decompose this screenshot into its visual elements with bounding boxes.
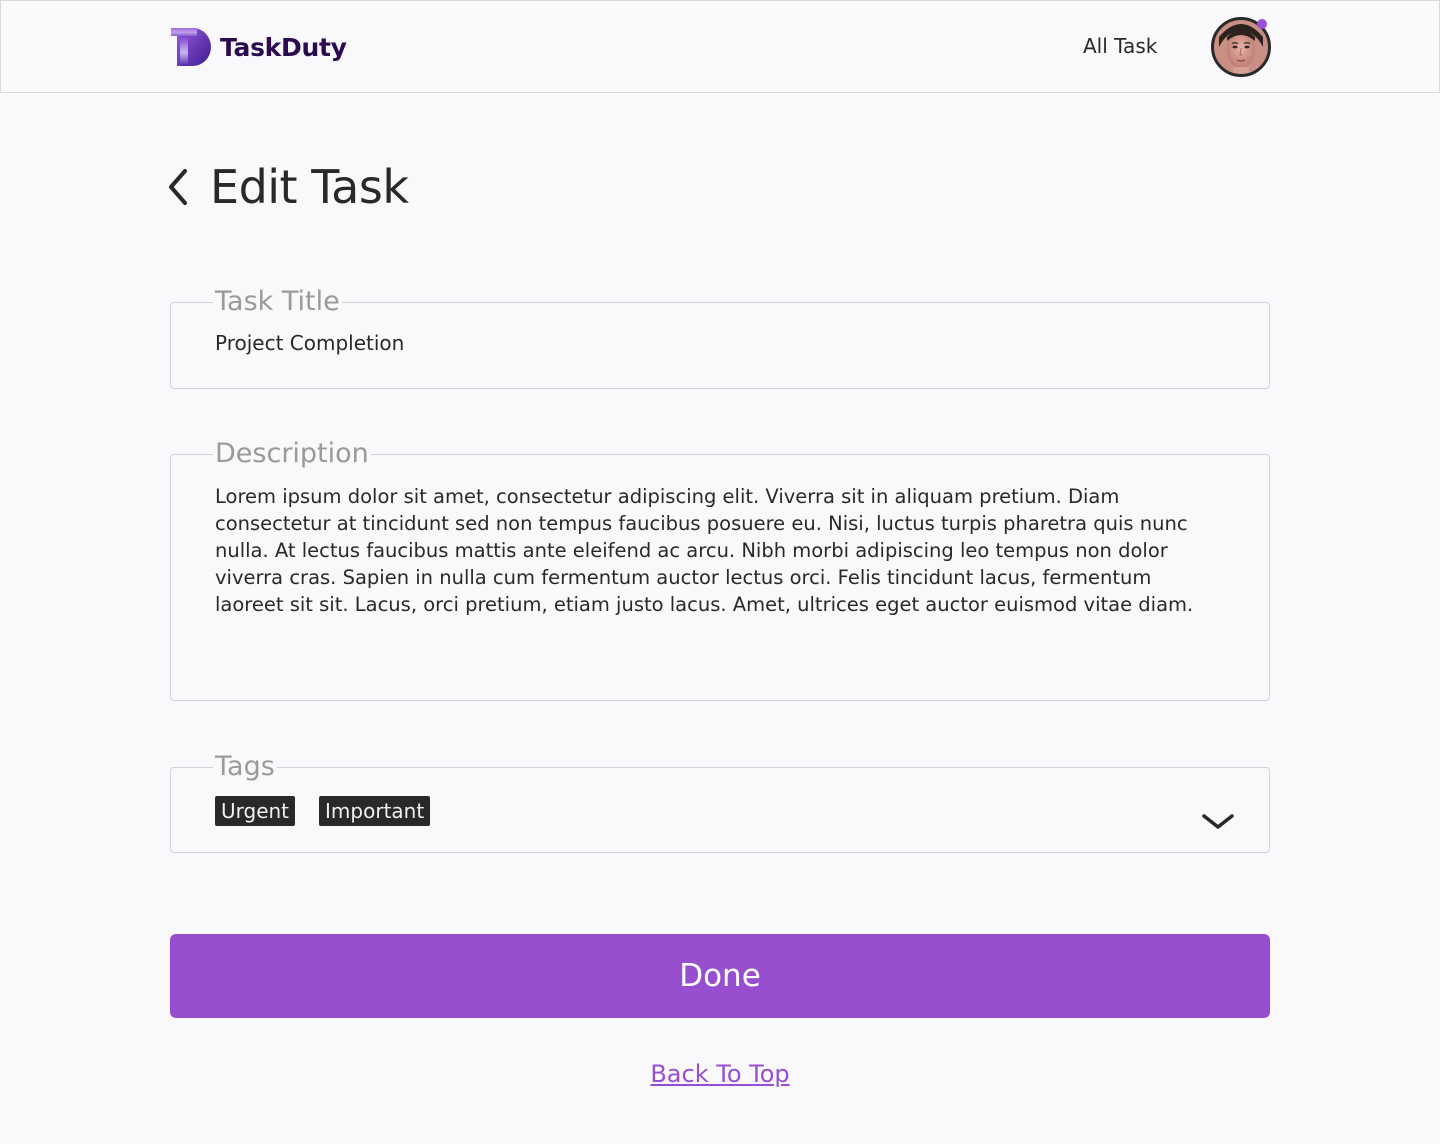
done-button[interactable]: Done — [170, 934, 1270, 1018]
page-header: Edit Task — [166, 160, 409, 214]
tags-list: Urgent Important — [215, 796, 1225, 826]
task-title-input[interactable]: Project Completion — [215, 330, 1225, 357]
brand-name: TaskDuty — [220, 32, 347, 62]
nav-all-task-link[interactable]: All Task — [1083, 34, 1157, 58]
task-title-label: Task Title — [215, 286, 340, 317]
tag-urgent[interactable]: Urgent — [215, 796, 296, 826]
brand[interactable]: TaskDuty — [171, 27, 347, 67]
taskduty-logo-icon — [171, 28, 211, 66]
tags-field[interactable]: Tags Urgent Important — [170, 752, 1270, 853]
page-title: Edit Task — [210, 160, 409, 214]
description-textarea[interactable]: Lorem ipsum dolor sit amet, consectetur … — [215, 483, 1225, 618]
back-to-top-container: Back To Top — [0, 1060, 1440, 1088]
back-to-top-link[interactable]: Back To Top — [650, 1060, 789, 1088]
chevron-left-icon[interactable] — [166, 166, 192, 208]
notification-dot-icon — [1257, 19, 1267, 29]
chevron-down-icon[interactable] — [1201, 812, 1235, 832]
tags-label: Tags — [215, 751, 275, 782]
description-field[interactable]: Description Lorem ipsum dolor sit amet, … — [170, 439, 1270, 701]
task-title-field[interactable]: Task Title Project Completion — [170, 287, 1270, 389]
tag-important[interactable]: Important — [319, 796, 431, 826]
description-label: Description — [215, 438, 369, 469]
top-navbar: TaskDuty All Task — [0, 0, 1440, 93]
